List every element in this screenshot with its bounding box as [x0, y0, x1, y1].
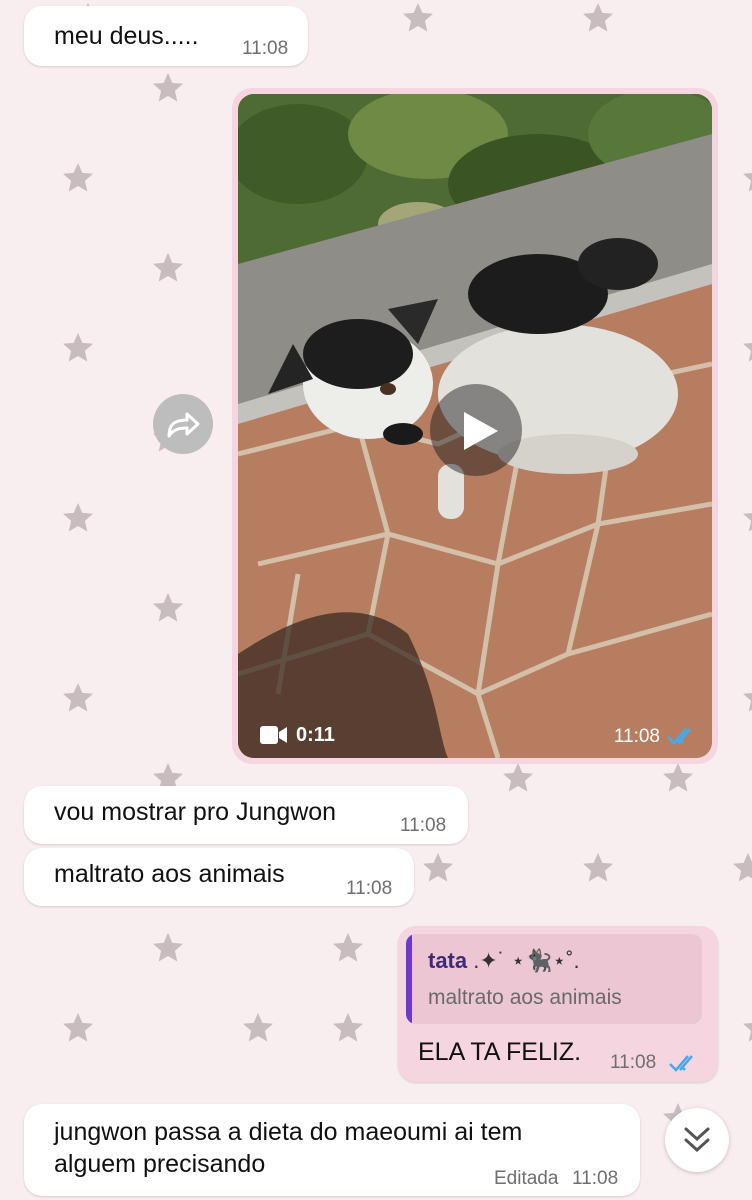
video-message[interactable]: 0:11 11:08 — [232, 88, 718, 764]
background-star-icon — [60, 680, 96, 716]
message-bubble-incoming[interactable]: maltrato aos animais 11:08 — [24, 848, 414, 906]
background-star-icon — [60, 160, 96, 196]
background-star-icon — [150, 250, 186, 286]
double-check-icon — [669, 1055, 693, 1072]
message-text: meu deus..... — [54, 22, 199, 50]
message-bubble-incoming[interactable]: meu deus..... 11:08 — [24, 6, 308, 66]
background-star-icon — [150, 930, 186, 966]
message-time: 11:08 — [610, 1052, 657, 1073]
background-star-icon — [740, 680, 752, 716]
background-star-icon — [330, 930, 366, 966]
background-star-icon — [580, 0, 616, 36]
background-star-icon — [400, 0, 436, 36]
background-star-icon — [660, 760, 696, 796]
background-star-icon — [740, 500, 752, 536]
quote-author-decoration: .✦˙ ⋆🐈‍⬛⋆˚. — [473, 948, 580, 973]
quote-author-name: tata — [428, 948, 468, 973]
double-check-icon — [666, 728, 692, 746]
forward-icon — [167, 412, 200, 438]
background-star-icon — [580, 850, 616, 886]
message-time: 11:08 — [346, 878, 393, 899]
message-text-line: jungwon passa a dieta do maeoumi ai tem — [54, 1118, 523, 1146]
video-duration: 0:11 — [260, 720, 335, 750]
scroll-to-bottom-button[interactable] — [665, 1108, 729, 1172]
message-time: 11:08 — [613, 726, 660, 747]
message-time: 11:08 — [400, 815, 447, 836]
double-chevron-down-icon — [684, 1127, 710, 1153]
quote-accent-bar — [406, 934, 412, 1024]
quote-text: maltrato aos animais — [428, 986, 622, 1009]
forward-button[interactable] — [153, 394, 213, 454]
background-star-icon — [60, 1010, 96, 1046]
play-button[interactable] — [430, 384, 522, 476]
message-time: 11:08 — [572, 1168, 619, 1189]
message-text: vou mostrar pro Jungwon — [54, 798, 337, 826]
background-star-icon — [60, 330, 96, 366]
background-star-icon — [240, 1010, 276, 1046]
background-star-icon — [740, 1010, 752, 1046]
quote-author: tata .✦˙ ⋆🐈‍⬛⋆˚. — [428, 948, 580, 974]
quoted-message[interactable]: tata .✦˙ ⋆🐈‍⬛⋆˚. maltrato aos animais — [406, 934, 702, 1024]
message-time: 11:08 — [242, 38, 289, 59]
background-star-icon — [150, 590, 186, 626]
message-bubble-outgoing[interactable]: tata .✦˙ ⋆🐈‍⬛⋆˚. maltrato aos animais EL… — [398, 926, 718, 1082]
message-text: maltrato aos animais — [54, 860, 285, 888]
video-thumbnail[interactable]: 0:11 11:08 — [238, 94, 712, 758]
message-text-line: alguem precisando — [54, 1150, 266, 1178]
play-icon — [464, 412, 498, 450]
video-camera-icon — [260, 726, 287, 744]
message-bubble-incoming[interactable]: jungwon passa a dieta do maeoumi ai tem … — [24, 1104, 640, 1196]
edited-label: Editada — [494, 1168, 559, 1189]
video-duration-label: 0:11 — [296, 723, 335, 746]
background-star-icon — [420, 850, 456, 886]
background-star-icon — [330, 1010, 366, 1046]
message-bubble-incoming[interactable]: vou mostrar pro Jungwon 11:08 — [24, 786, 468, 844]
background-star-icon — [740, 330, 752, 366]
background-star-icon — [150, 70, 186, 106]
message-text: ELA TA FELIZ. — [418, 1038, 582, 1066]
background-star-icon — [740, 160, 752, 196]
background-star-icon — [730, 850, 752, 886]
background-star-icon — [60, 500, 96, 536]
background-star-icon — [500, 760, 536, 796]
